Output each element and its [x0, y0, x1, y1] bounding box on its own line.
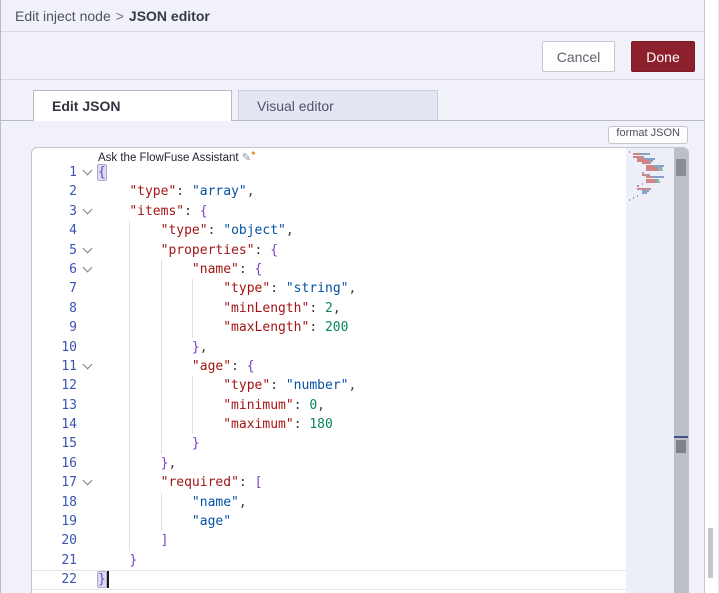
- code-area[interactable]: Ask the FlowFuse Assistant ✎✦ 1{2 "type"…: [32, 148, 626, 593]
- line-number: 5: [69, 242, 77, 258]
- code-line[interactable]: 3 "items": {: [32, 202, 626, 221]
- line-number: 19: [61, 514, 77, 530]
- json-editor-dialog: Edit inject node > JSON editor Cancel Done…: [0, 0, 705, 593]
- code-line[interactable]: 5 "properties": {: [32, 240, 626, 260]
- code-editor[interactable]: Ask the FlowFuse Assistant ✎✦ 1{2 "type"…: [31, 147, 689, 593]
- line-number: 3: [69, 203, 77, 219]
- line-number: 2: [69, 184, 77, 200]
- line-number: 22: [61, 572, 77, 588]
- code-line[interactable]: 15 }: [32, 434, 626, 454]
- code-line[interactable]: 10 },: [32, 337, 626, 357]
- line-number: 8: [69, 300, 77, 316]
- dialog-header: Edit inject node > JSON editor: [1, 0, 704, 32]
- fold-chevron-icon[interactable]: [77, 357, 98, 376]
- cancel-button[interactable]: Cancel: [542, 41, 615, 72]
- breadcrumb-separator: >: [115, 7, 124, 24]
- page-scrollbar-thumb[interactable]: [708, 528, 713, 578]
- fold-chevron-icon[interactable]: [77, 473, 98, 492]
- code-line[interactable]: 13 "minimum": 0,: [32, 395, 626, 416]
- minimap[interactable]: [626, 148, 674, 593]
- fold-chevron-icon[interactable]: [77, 202, 98, 221]
- fold-chevron-icon[interactable]: [77, 241, 98, 260]
- line-number: 12: [61, 378, 77, 394]
- code-line[interactable]: 2 "type": "array",: [32, 182, 626, 201]
- code-line[interactable]: 17 "required": [: [32, 473, 626, 493]
- done-button[interactable]: Done: [631, 41, 695, 72]
- scrollbar-thumb[interactable]: [676, 159, 686, 176]
- line-number: 16: [61, 455, 77, 471]
- code-line[interactable]: 7 "type": "string",: [32, 279, 626, 299]
- editor-panel: format JSON Ask the FlowFuse Assistant ✎…: [1, 121, 704, 593]
- code-line[interactable]: 11 "age": {: [32, 356, 626, 377]
- code-lines[interactable]: 1{2 "type": "array", 3 "items": {4 "type"…: [32, 163, 626, 590]
- page-title: JSON editor: [128, 7, 210, 24]
- dialog-actions: Cancel Done: [1, 32, 704, 80]
- code-line[interactable]: 14 "maximum": 180: [32, 415, 626, 435]
- page-right-strip: [705, 0, 719, 593]
- tab-bar: Edit JSON Visual editor: [1, 80, 704, 121]
- line-number: 1: [69, 165, 77, 180]
- code-line[interactable]: 6 "name": {: [32, 259, 626, 280]
- line-number: 7: [69, 281, 77, 297]
- code-line[interactable]: 12 "type": "number",: [32, 376, 626, 396]
- format-json-button[interactable]: format JSON: [608, 126, 688, 144]
- code-line[interactable]: 8 "minLength": 2,: [32, 298, 626, 319]
- breadcrumb: Edit inject node > JSON editor: [15, 8, 210, 24]
- line-number: 20: [61, 533, 77, 549]
- line-number: 6: [69, 261, 77, 277]
- code-line[interactable]: 4 "type": "object",: [32, 221, 626, 241]
- line-number: 21: [61, 552, 77, 568]
- code-line[interactable]: 20 ]: [32, 531, 626, 551]
- code-line[interactable]: 16 },: [32, 453, 626, 474]
- line-number: 13: [61, 397, 77, 413]
- line-number: 4: [69, 223, 77, 239]
- editor-scrollbar[interactable]: [674, 148, 688, 593]
- scrollbar-thumb-lower[interactable]: [676, 440, 686, 453]
- breadcrumb-parent[interactable]: Edit inject node: [15, 8, 111, 24]
- tab-visual-editor[interactable]: Visual editor: [238, 90, 438, 120]
- fold-chevron-icon[interactable]: [77, 163, 98, 182]
- fold-chevron-icon[interactable]: [77, 260, 98, 279]
- code-line[interactable]: 21 }: [32, 551, 626, 570]
- tab-edit-json[interactable]: Edit JSON: [33, 90, 232, 121]
- line-number: 15: [61, 436, 77, 452]
- line-number: 14: [61, 417, 77, 433]
- code-line[interactable]: 1{: [32, 163, 626, 182]
- line-number: 17: [61, 475, 77, 491]
- overview-ruler-cursor-mark: [674, 436, 688, 438]
- assistant-hint[interactable]: Ask the FlowFuse Assistant ✎✦: [98, 149, 257, 164]
- code-line[interactable]: 9 "maxLength": 200: [32, 318, 626, 338]
- line-number: 10: [61, 339, 77, 355]
- code-line[interactable]: 18 "name",: [32, 492, 626, 513]
- text-cursor: [106, 571, 109, 589]
- line-number: 18: [61, 494, 77, 510]
- line-number: 11: [61, 358, 77, 374]
- line-number: 9: [69, 320, 77, 336]
- screen: Edit inject node > JSON editor Cancel Done…: [0, 0, 719, 593]
- code-line[interactable]: 19 "age": [32, 512, 626, 532]
- code-line[interactable]: 22}: [32, 570, 626, 589]
